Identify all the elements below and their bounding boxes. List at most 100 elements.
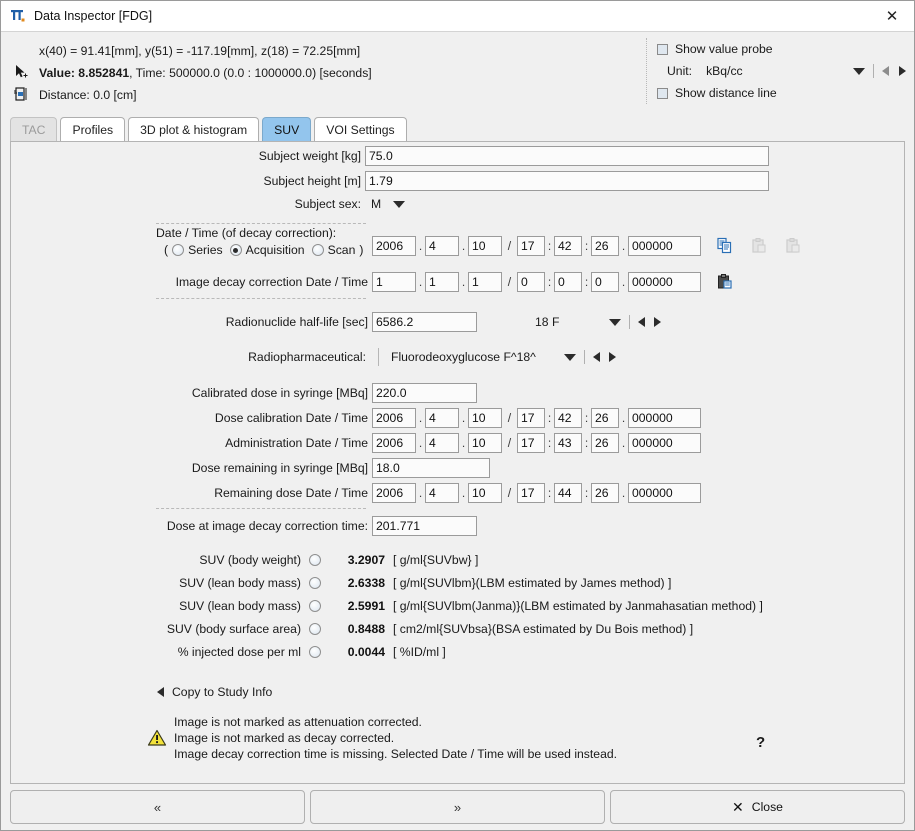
admin-day-input[interactable] — [468, 433, 502, 453]
sep-dot: . — [621, 411, 626, 425]
remaining-dose-input[interactable] — [372, 458, 490, 478]
admin-month-input[interactable] — [425, 433, 459, 453]
remaining-second-input[interactable] — [591, 483, 619, 503]
tab-profiles[interactable]: Profiles — [60, 117, 126, 141]
close-button[interactable]: ✕ Close — [610, 790, 905, 824]
warning-line-1: Image is not marked as attenuation corre… — [174, 715, 422, 729]
image-decay-day-input[interactable] — [468, 272, 502, 292]
remaining-year-input[interactable] — [372, 483, 416, 503]
radiopharm-arrow-right-icon[interactable] — [608, 352, 616, 362]
dose-cal-second-input[interactable] — [591, 408, 619, 428]
dose-cal-hour-input[interactable] — [517, 408, 545, 428]
admin-fraction-input[interactable] — [628, 433, 701, 453]
image-decay-second-input[interactable] — [591, 272, 619, 292]
nuclide-chevron-down-icon[interactable] — [609, 318, 622, 326]
radiopharm-chevron-down-icon[interactable] — [563, 353, 576, 361]
suv-panel: Subject weight [kg] Subject height [m] S… — [10, 141, 905, 784]
help-icon[interactable]: ? — [756, 734, 765, 751]
suv-radio[interactable] — [309, 554, 321, 566]
distance-text: Distance: 0.0 [cm] — [39, 88, 137, 102]
divider — [873, 64, 874, 78]
dose-cal-minute-input[interactable] — [554, 408, 582, 428]
title-bar: Data Inspector [FDG] ✕ — [1, 1, 914, 32]
paste-icon-disabled-2 — [784, 237, 802, 255]
decay-minute-input[interactable] — [554, 236, 582, 256]
decay-year-input[interactable] — [372, 236, 416, 256]
unit-row: Unit: kBq/cc — [657, 60, 906, 82]
nuclide-arrow-left-icon[interactable] — [638, 317, 646, 327]
decay-month-input[interactable] — [425, 236, 459, 256]
sep-slash: / — [507, 239, 512, 253]
copy-icon[interactable] — [716, 237, 734, 255]
remaining-hour-input[interactable] — [517, 483, 545, 503]
decay-day-input[interactable] — [468, 236, 502, 256]
suv-radio[interactable] — [309, 577, 321, 589]
subject-height-input[interactable] — [365, 171, 769, 191]
admin-minute-input[interactable] — [554, 433, 582, 453]
admin-second-input[interactable] — [591, 433, 619, 453]
halflife-label: Radionuclide half-life [sec] — [225, 315, 368, 329]
remaining-minute-input[interactable] — [554, 483, 582, 503]
remaining-dose-row: Dose remaining in syringe [MBq] — [11, 458, 490, 478]
tab-suv[interactable]: SUV — [262, 117, 312, 141]
radio-scan[interactable] — [311, 244, 324, 256]
arrow-left-icon[interactable] — [882, 66, 889, 76]
remaining-day-input[interactable] — [468, 483, 502, 503]
tab-bar: TAC Profiles 3D plot & histogram SUV VOI… — [1, 115, 914, 141]
suv-radio[interactable] — [309, 646, 321, 658]
tab-tac[interactable]: TAC — [10, 117, 58, 141]
image-decay-fraction-input[interactable] — [628, 272, 701, 292]
tab-voi-settings[interactable]: VOI Settings — [314, 117, 407, 141]
admin-year-input[interactable] — [372, 433, 416, 453]
show-value-probe-checkbox[interactable] — [657, 43, 668, 55]
remaining-fraction-input[interactable] — [628, 483, 701, 503]
tab-3d-plot-histogram[interactable]: 3D plot & histogram — [128, 117, 260, 141]
admin-hour-input[interactable] — [517, 433, 545, 453]
image-decay-month-input[interactable] — [425, 272, 459, 292]
subject-weight-input[interactable] — [365, 146, 769, 166]
show-distance-line-checkbox[interactable] — [657, 87, 668, 99]
close-x-icon: ✕ — [732, 798, 744, 815]
paste-icon[interactable] — [716, 273, 734, 291]
image-decay-minute-input[interactable] — [554, 272, 582, 292]
previous-button[interactable]: « — [10, 790, 305, 824]
dose-cal-year-input[interactable] — [372, 408, 416, 428]
decay-second-input[interactable] — [591, 236, 619, 256]
subject-sex-chevron-down-icon[interactable] — [393, 200, 406, 208]
sep-colon: : — [584, 411, 589, 425]
calibrated-dose-input[interactable] — [372, 383, 477, 403]
image-decay-year-input[interactable] — [372, 272, 416, 292]
decay-hour-input[interactable] — [517, 236, 545, 256]
suv-unit: [ %ID/ml ] — [393, 645, 446, 659]
subject-sex-label: Subject sex: — [294, 197, 361, 211]
radiopharm-arrow-left-icon[interactable] — [592, 352, 600, 362]
sep-slash: / — [507, 411, 512, 425]
suv-unit: [ g/ml{SUVlbm}(LBM estimated by James me… — [393, 576, 672, 590]
warning-lines: Image is not marked as attenuation corre… — [174, 714, 617, 762]
radio-series[interactable] — [172, 244, 185, 256]
close-icon[interactable]: ✕ — [870, 1, 914, 31]
suv-radio[interactable] — [309, 600, 321, 612]
arrow-right-icon[interactable] — [899, 66, 906, 76]
show-value-probe-row[interactable]: Show value probe — [657, 38, 906, 60]
remaining-month-input[interactable] — [425, 483, 459, 503]
chevron-down-icon[interactable] — [853, 67, 865, 75]
nuclide-arrow-right-icon[interactable] — [654, 317, 662, 327]
window-title: Data Inspector [FDG] — [34, 9, 153, 23]
show-distance-line-label: Show distance line — [675, 86, 777, 100]
copy-to-study-info-button[interactable]: Copy to Study Info — [157, 685, 272, 699]
suv-radio[interactable] — [309, 623, 321, 635]
dose-cal-month-input[interactable] — [425, 408, 459, 428]
image-decay-hour-input[interactable] — [517, 272, 545, 292]
show-distance-line-row[interactable]: Show distance line — [657, 82, 906, 104]
dose-cal-day-input[interactable] — [468, 408, 502, 428]
halflife-input[interactable] — [372, 312, 477, 332]
divider — [629, 315, 631, 329]
radio-acquisition-label: Acquisition — [245, 243, 305, 257]
dose-cal-fraction-input[interactable] — [628, 408, 701, 428]
coordinates-row: x(40) = 91.41[mm], y(51) = -117.19[mm], … — [13, 40, 633, 62]
next-button[interactable]: » — [310, 790, 605, 824]
radio-acquisition[interactable] — [229, 244, 242, 256]
sep-slash: / — [507, 486, 512, 500]
decay-fraction-input[interactable] — [628, 236, 701, 256]
